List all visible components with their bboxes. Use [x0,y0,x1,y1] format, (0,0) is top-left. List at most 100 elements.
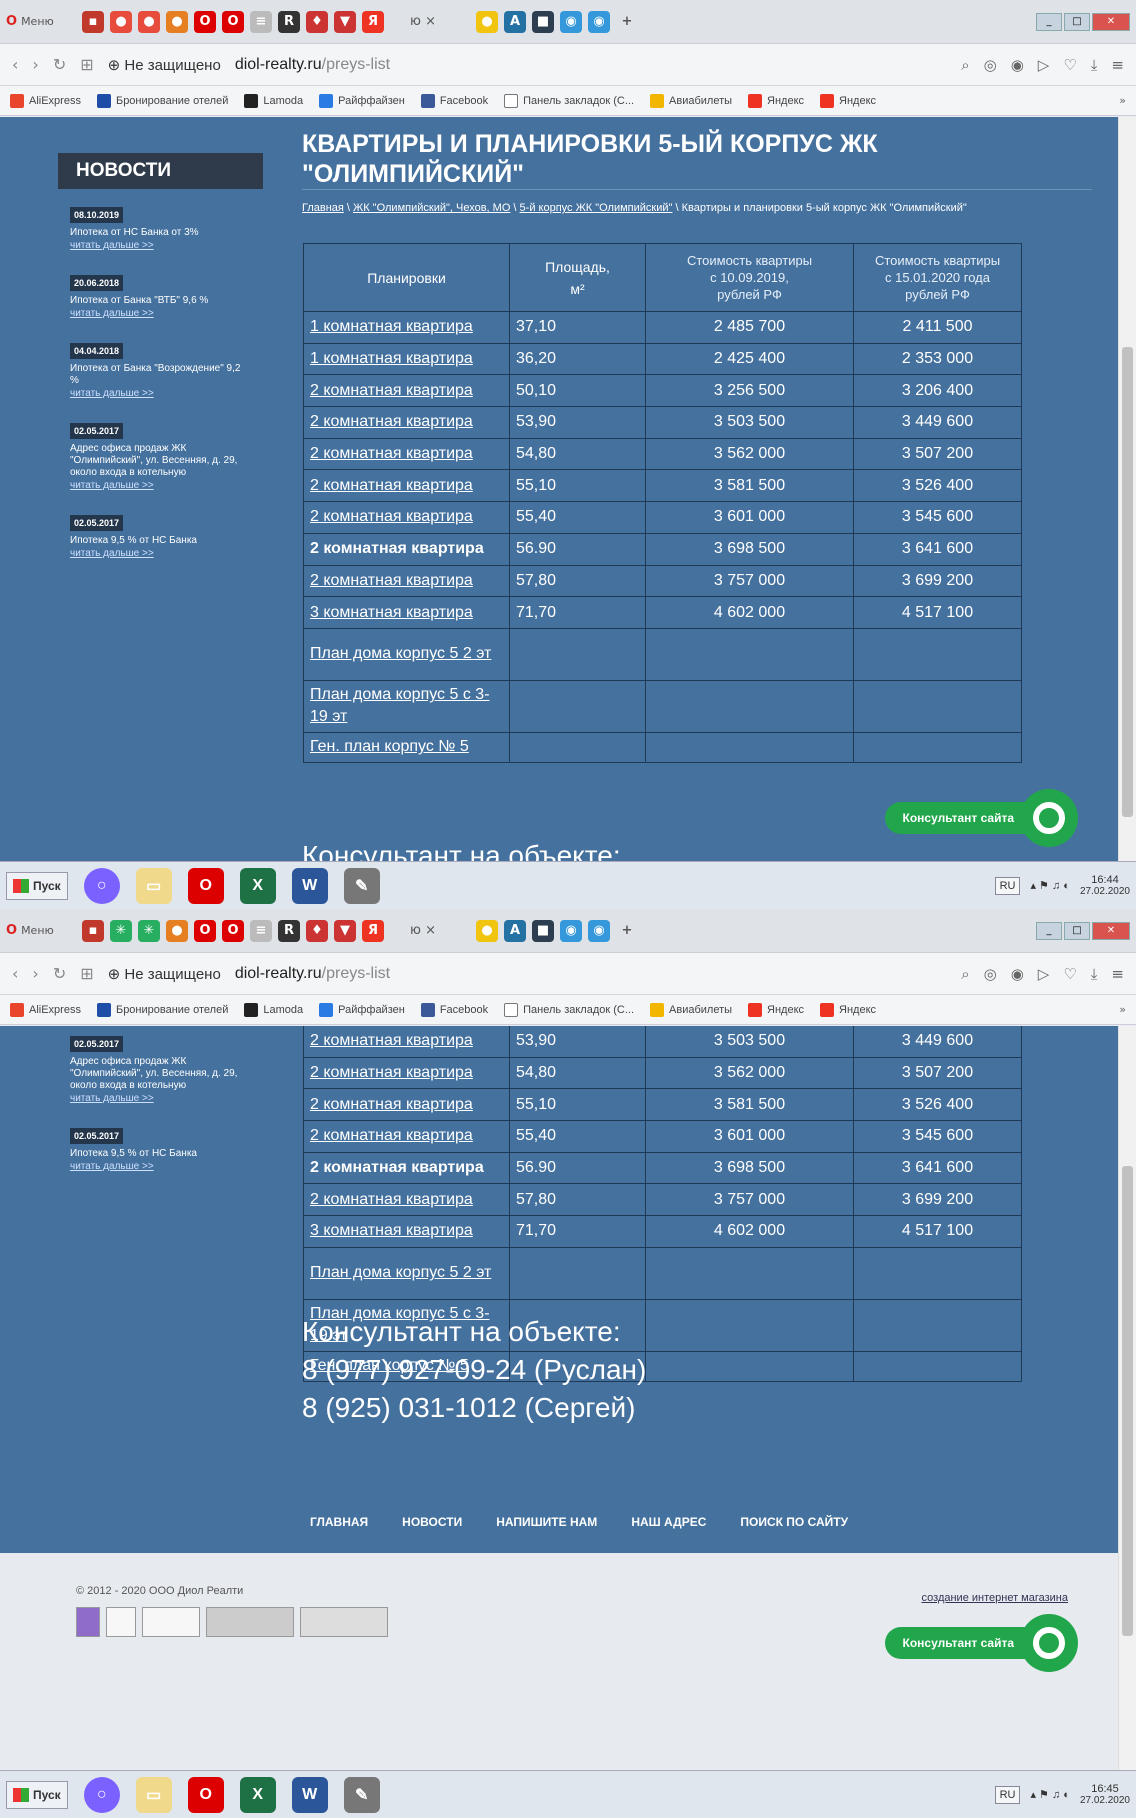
play-icon[interactable]: ▷ [1038,965,1050,983]
browser-menu-button[interactable]: O Меню [6,920,76,942]
read-more-link[interactable]: читать дальше >> [70,480,250,491]
active-tab[interactable]: ю × [410,14,470,29]
tab-icon[interactable]: ● [166,919,188,942]
bookmark-item[interactable]: Панель закладок (С... [504,1002,634,1017]
bookmark-item[interactable]: Бронирование отелей [96,1002,228,1017]
bookmark-item[interactable]: Панель закладок (С... [504,93,634,108]
back-icon[interactable]: ‹ [12,55,18,74]
language-indicator[interactable]: RU [994,876,1021,895]
tab-icon[interactable]: ◉ [588,919,610,942]
read-more-link[interactable]: читать дальше >> [70,240,250,251]
tab-icon[interactable]: ▪ [82,919,104,942]
footer-nav-link[interactable]: НАШ АДРЕС [631,1515,706,1529]
menu-icon[interactable]: ≡ [1111,56,1124,74]
tab-icon[interactable]: ♦ [306,10,328,33]
plan-link[interactable]: 3 комнатная квартира [310,1222,473,1239]
clock[interactable]: 16:44 27.02.2020 [1080,874,1130,898]
tab-close-icon[interactable]: × [425,923,436,938]
new-tab-icon[interactable]: + [616,11,638,33]
tab-icon[interactable]: ■ [532,10,554,33]
bookmark-item[interactable]: Авиабилеты [650,1002,732,1017]
browser-menu-button[interactable]: O Меню [6,11,76,33]
excel-icon[interactable]: X [239,1776,276,1813]
bookmark-item[interactable]: Facebook [420,1002,488,1017]
minimize-icon[interactable]: _ [1036,12,1062,31]
tab-icon[interactable]: ✳ [138,919,160,942]
tab-icon[interactable]: ✳ [110,919,132,942]
plan-link[interactable]: 1 комнатная квартира [310,350,473,367]
tab-icon[interactable]: Я [362,919,384,942]
counter-badge[interactable] [76,1607,100,1637]
tab-icon[interactable]: ● [476,919,498,942]
app-icon[interactable]: ✎ [343,1776,380,1813]
chat-icon[interactable] [1020,789,1078,847]
bookmarks-more-icon[interactable]: » [1119,1003,1126,1016]
plan-link[interactable]: 1 комнатная квартира [310,318,473,335]
reload-icon[interactable]: ↻ [53,55,66,74]
counter-badge[interactable] [206,1607,294,1637]
tab-icon[interactable]: O [222,10,244,33]
security-indicator[interactable]: ⊕ Не защищено [108,965,221,983]
plan-file-link[interactable]: План дома корпус 5 с 3-19 эт [310,684,503,728]
counter-badge[interactable] [106,1607,136,1637]
start-button[interactable]: Пуск [6,1780,68,1809]
tab-icon[interactable]: O [194,919,216,942]
bookmark-item[interactable]: AliExpress [10,1002,81,1017]
breadcrumb-link[interactable]: 5-й корпус ЖК "Олимпийский" [520,202,673,214]
counter-badge[interactable] [300,1607,388,1637]
bookmark-item[interactable]: Яндекс [748,93,804,108]
plan-link[interactable]: 2 комнатная квартира [310,413,473,430]
shield-icon[interactable]: ◉ [1011,56,1024,74]
counter-badge[interactable] [142,1607,200,1637]
search-icon[interactable]: ⌕ [961,56,969,74]
plan-file-link[interactable]: План дома корпус 5 2 эт [310,643,503,665]
alice-icon[interactable]: ○ [83,1776,120,1813]
start-button[interactable]: Пуск [6,871,68,900]
page-scrollbar[interactable] [1118,117,1136,862]
read-more-link[interactable]: читать дальше >> [70,548,250,559]
scrollbar-thumb[interactable] [1122,347,1133,817]
search-icon[interactable]: ⌕ [961,965,969,983]
tray-icons[interactable]: ▴ ⚑ ♫ ◐ [1030,879,1069,892]
page-scrollbar[interactable] [1118,1026,1136,1770]
plan-link[interactable]: 2 комнатная квартира [310,572,473,589]
consultant-widget[interactable]: Консультант сайта [884,1614,1078,1672]
explorer-icon[interactable]: ▭ [135,1776,172,1813]
plan-text[interactable]: 2 комнатная квартира [310,1159,484,1176]
app-icon[interactable]: ✎ [343,867,380,904]
bookmark-item[interactable]: Lamoda [244,93,303,108]
plan-link[interactable]: 2 комнатная квартира [310,1127,473,1144]
bookmark-item[interactable]: Яндекс [748,1002,804,1017]
bookmark-item[interactable]: Яндекс [820,93,876,108]
tab-icon[interactable]: R [278,10,300,33]
read-more-link[interactable]: читать дальше >> [70,1161,250,1172]
url-field[interactable]: diol-realty.ru/preys-list [235,56,390,74]
plan-link[interactable]: 2 комнатная квартира [310,477,473,494]
bookmark-item[interactable]: Lamoda [244,1002,303,1017]
tab-icon[interactable]: ♦ [306,919,328,942]
tab-icon[interactable]: ● [166,10,188,33]
tab-icon[interactable]: A [504,10,526,33]
plan-link[interactable]: 2 комнатная квартира [310,445,473,462]
tab-icon[interactable]: ● [476,10,498,33]
tab-icon[interactable]: R [278,919,300,942]
plan-link[interactable]: 2 комнатная квартира [310,1032,473,1049]
read-more-link[interactable]: читать дальше >> [70,308,250,319]
url-field[interactable]: diol-realty.ru/preys-list [235,965,390,983]
tab-icon[interactable]: ◉ [560,10,582,33]
bookmark-item[interactable]: Райффайзен [319,93,405,108]
chat-icon[interactable] [1020,1614,1078,1672]
tab-icon[interactable]: O [222,919,244,942]
plan-file-link[interactable]: Ген. план корпус № 5 [310,736,503,758]
consultant-widget[interactable]: Консультант сайта [884,789,1078,847]
read-more-link[interactable]: читать дальше >> [70,1093,250,1104]
reload-icon[interactable]: ↻ [53,964,66,983]
tab-icon[interactable]: ▼ [334,919,356,942]
tab-icon[interactable]: ▪ [82,10,104,33]
forward-icon[interactable]: › [32,964,38,983]
clock[interactable]: 16:45 27.02.2020 [1080,1783,1130,1807]
back-icon[interactable]: ‹ [12,964,18,983]
close-window-icon[interactable]: ✕ [1092,12,1130,31]
tab-icon[interactable]: Я [362,10,384,33]
tab-icon[interactable]: ◉ [560,919,582,942]
